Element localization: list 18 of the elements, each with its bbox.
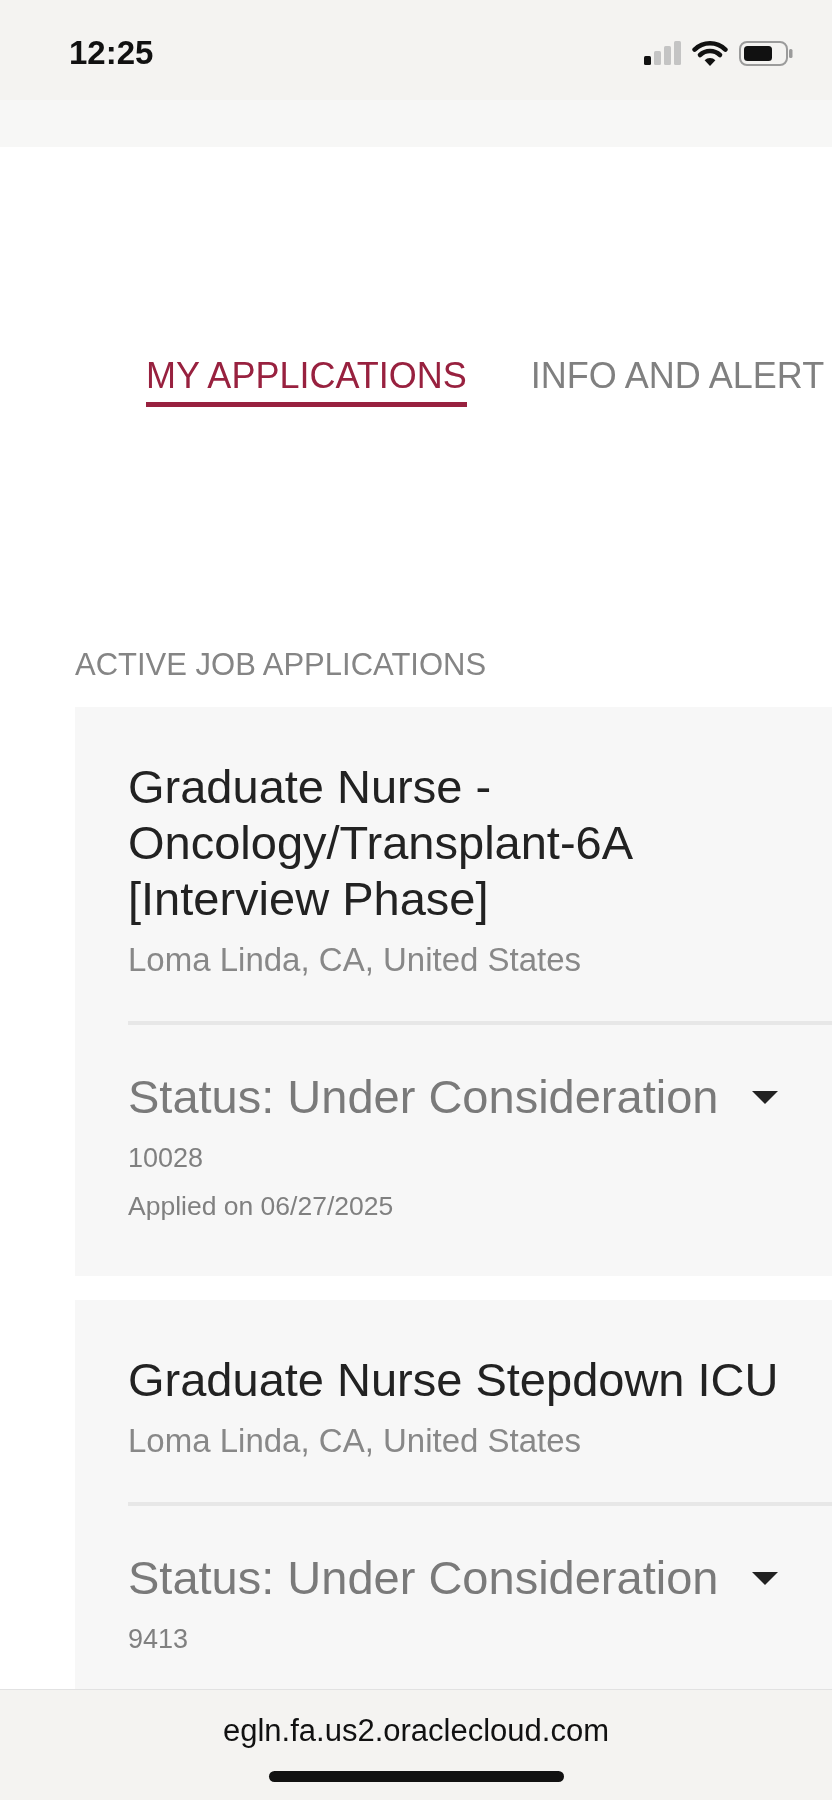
section-heading: ACTIVE JOB APPLICATIONS (75, 647, 487, 683)
signal-icon (644, 41, 681, 65)
status-time: 12:25 (69, 34, 154, 72)
applied-date: Applied on 06/27/2025 (128, 1190, 394, 1222)
job-location: Loma Linda, CA, United States (128, 940, 582, 980)
status-dropdown[interactable]: Status: Under Consideration (128, 1550, 779, 1606)
job-title: Graduate Nurse Stepdown ICU (128, 1352, 780, 1408)
job-number: 9413 (128, 1623, 189, 1655)
tab[interactable]: MY APPLICATIONS (146, 355, 467, 407)
home-indicator-icon (268, 1771, 564, 1782)
battery-icon (739, 40, 793, 66)
status-dropdown[interactable]: Status: Under Consideration (128, 1069, 779, 1125)
tab[interactable]: INFO AND ALERT (530, 355, 825, 407)
job-number: 10028 (128, 1142, 204, 1174)
job-location: Loma Linda, CA, United States (128, 1421, 582, 1461)
wifi-icon (692, 40, 728, 66)
job-title: Graduate Nurse - Oncology/Transplant-6A [Interview Phase] (128, 759, 633, 927)
url-field[interactable]: egln.fa.us2.oraclecloud.com (223, 1713, 609, 1749)
